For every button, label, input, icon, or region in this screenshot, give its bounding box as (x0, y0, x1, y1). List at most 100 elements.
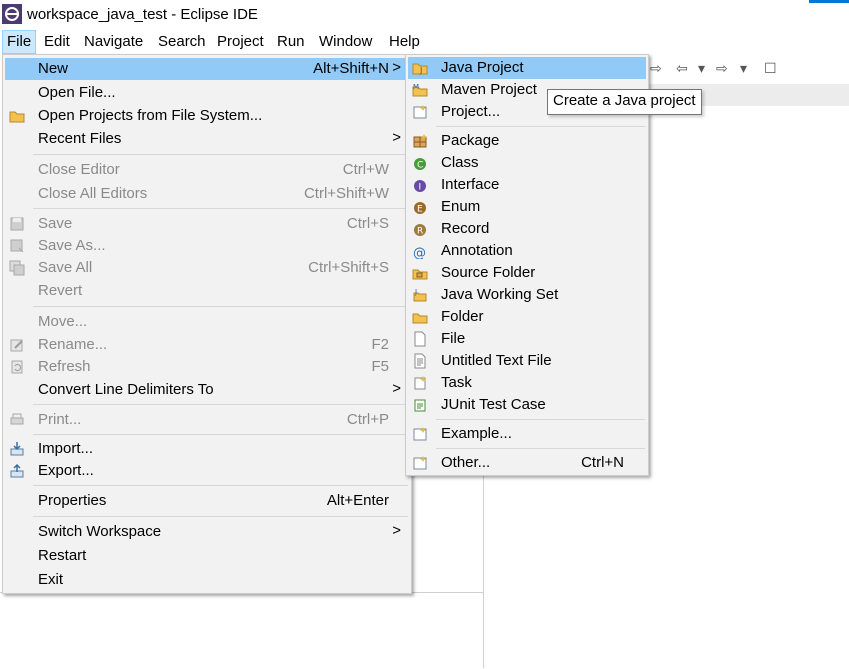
menu-file[interactable]: File (2, 30, 37, 54)
window-accent (809, 0, 849, 3)
svg-text:I: I (419, 183, 422, 193)
file-menu-import[interactable]: Import... (5, 438, 409, 460)
new-menu-record[interactable]: R Record (408, 218, 646, 240)
tooltip: Create a Java project (547, 89, 702, 115)
new-submenu: J Java Project M Maven Project Project..… (405, 54, 649, 476)
file-menu-recent-files[interactable]: Recent Files > (5, 128, 409, 150)
file-menu-restart[interactable]: Restart (5, 545, 409, 567)
other-shortcut: Ctrl+N (581, 454, 624, 471)
new-label: New (38, 60, 69, 77)
task-label: Task (441, 374, 472, 391)
open-projects-label: Open Projects from File System... (38, 107, 263, 124)
close-editor-shortcut: Ctrl+W (342, 161, 389, 178)
svg-text:J: J (419, 66, 422, 75)
file-menu-open-file[interactable]: Open File... (5, 82, 409, 104)
refresh-icon (11, 360, 23, 374)
menu-navigate[interactable]: Navigate (80, 30, 147, 54)
new-menu-example[interactable]: Example... (408, 423, 646, 445)
file-menu-new[interactable]: New Alt+Shift+N > (5, 58, 409, 80)
refresh-shortcut: F5 (371, 358, 389, 375)
menu-search[interactable]: Search (154, 30, 210, 54)
save-all-shortcut: Ctrl+Shift+S (308, 259, 389, 276)
file-menu-save-all[interactable]: Save All Ctrl+Shift+S (5, 257, 409, 279)
menu-separator (33, 306, 408, 307)
file-menu: New Alt+Shift+N > Open File... Open Proj… (2, 54, 412, 594)
submenu-arrow-icon: > (392, 380, 401, 397)
new-menu-java-project[interactable]: J Java Project (408, 57, 646, 79)
enum-icon: E (414, 202, 426, 215)
file-menu-properties[interactable]: Properties Alt+Enter (5, 490, 409, 512)
menu-run[interactable]: Run (273, 30, 309, 54)
file-menu-switch-workspace[interactable]: Switch Workspace > (5, 521, 409, 543)
pin-editor-icon[interactable]: ☐ (764, 60, 777, 77)
save-label: Save (38, 215, 73, 232)
back-dropdown-icon[interactable]: ▾ (698, 60, 705, 77)
close-editor-label: Close Editor (38, 161, 120, 178)
new-menu-java-working-set[interactable]: J Java Working Set (408, 284, 646, 306)
save-all-label: Save All (38, 259, 93, 276)
file-menu-save[interactable]: Save Ctrl+S (5, 213, 409, 235)
menu-separator (33, 404, 408, 405)
file-menu-close-editor[interactable]: Close Editor Ctrl+W (5, 159, 409, 181)
file-menu-convert-line-delimiters[interactable]: Convert Line Delimiters To > (5, 379, 409, 401)
file-menu-rename[interactable]: Rename... F2 (5, 334, 409, 356)
annotation-label: Annotation (441, 242, 513, 259)
folder-label: Folder (441, 308, 484, 325)
record-icon: R (414, 224, 426, 237)
import-label: Import... (38, 440, 94, 457)
file-menu-save-as[interactable]: Save As... (5, 235, 409, 257)
file-menu-close-all-editors[interactable]: Close All Editors Ctrl+Shift+W (5, 183, 409, 205)
menu-edit[interactable]: Edit (40, 30, 74, 54)
exit-label: Exit (38, 571, 64, 588)
file-menu-open-projects[interactable]: Open Projects from File System... (5, 105, 409, 127)
new-menu-package[interactable]: Package (408, 130, 646, 152)
new-menu-enum[interactable]: E Enum (408, 196, 646, 218)
rename-shortcut: F2 (371, 336, 389, 353)
new-menu-interface[interactable]: I Interface (408, 174, 646, 196)
file-menu-export[interactable]: Export... (5, 460, 409, 482)
file-menu-move[interactable]: Move... (5, 311, 409, 333)
interface-label: Interface (441, 176, 500, 193)
export-label: Export... (38, 462, 94, 479)
save-shortcut: Ctrl+S (346, 215, 389, 232)
svg-text:R: R (417, 227, 423, 237)
new-menu-file[interactable]: File (408, 328, 646, 350)
new-menu-junit-test-case[interactable]: JUnit Test Case (408, 394, 646, 416)
new-menu-class[interactable]: C Class (408, 152, 646, 174)
example-icon (413, 427, 427, 441)
close-all-editors-label: Close All Editors (38, 185, 148, 202)
restart-label: Restart (38, 547, 87, 564)
menu-help[interactable]: Help (385, 30, 424, 54)
menu-separator (436, 448, 645, 449)
menu-separator (33, 516, 408, 517)
save-icon (10, 217, 24, 231)
menu-project[interactable]: Project (213, 30, 268, 54)
new-menu-annotation[interactable]: @ Annotation (408, 240, 646, 262)
new-menu-untitled-text-file[interactable]: Untitled Text File (408, 350, 646, 372)
file-menu-exit[interactable]: Exit (5, 569, 409, 591)
forward-icon[interactable]: ⇨ (716, 60, 728, 77)
file-menu-revert[interactable]: Revert (5, 280, 409, 302)
new-project-icon (413, 105, 427, 119)
file-menu-refresh[interactable]: Refresh F5 (5, 356, 409, 378)
forward-dropdown-icon[interactable]: ▾ (740, 60, 747, 77)
back-icon[interactable]: ⇦ (676, 60, 688, 77)
rename-label: Rename... (38, 336, 108, 353)
new-menu-folder[interactable]: Folder (408, 306, 646, 328)
print-shortcut: Ctrl+P (346, 411, 389, 428)
submenu-arrow-icon: > (392, 59, 401, 76)
svg-text:E: E (417, 205, 423, 215)
new-menu-task[interactable]: Task (408, 372, 646, 394)
junit-icon (414, 399, 426, 412)
file-menu-print[interactable]: Print... Ctrl+P (5, 409, 409, 431)
next-annotation-icon[interactable]: ⇨ (650, 60, 662, 77)
move-label: Move... (38, 313, 88, 330)
close-all-editors-shortcut: Ctrl+Shift+W (303, 185, 389, 202)
convert-line-delimiters-label: Convert Line Delimiters To (38, 381, 214, 398)
new-menu-source-folder[interactable]: Source Folder (408, 262, 646, 284)
new-menu-other[interactable]: Other... Ctrl+N (408, 452, 646, 474)
print-label: Print... (38, 411, 82, 428)
enum-label: Enum (441, 198, 481, 215)
menu-window[interactable]: Window (315, 30, 376, 54)
open-file-label: Open File... (38, 84, 116, 101)
